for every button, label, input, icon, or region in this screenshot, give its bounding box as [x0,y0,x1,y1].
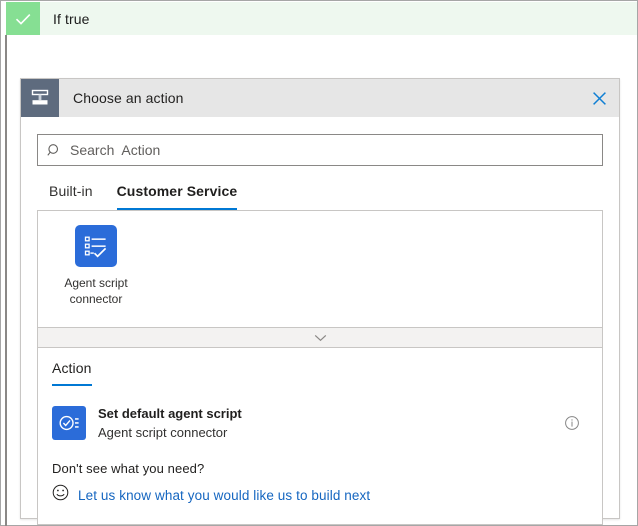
results-panel: Action Set default agent script [37,348,603,525]
connector-gallery: Agent script connector [37,210,603,328]
action-text: Set default agent script Agent script co… [98,405,560,441]
smiley-icon [52,484,69,506]
action-title: Set default agent script [98,405,560,422]
flow-action-icon [21,79,59,117]
chevron-down-icon[interactable] [37,328,603,348]
search-input[interactable] [70,136,602,164]
connector-tile-label: Agent script connector [50,275,142,307]
branch-title: If true [53,11,90,27]
flow-connector-line [5,35,7,526]
dialog-header: Choose an action [21,79,619,117]
connector-tile-agent-script[interactable]: Agent script connector [48,223,144,307]
checkmark-icon [6,2,40,35]
dialog-title: Choose an action [73,90,184,106]
close-icon[interactable] [583,83,615,113]
action-subtitle: Agent script connector [98,424,560,441]
feedback-link-row[interactable]: Let us know what you would like us to bu… [52,484,588,506]
choose-an-action-dialog: Choose an action Built-in [20,78,620,519]
dialog-body: Built-in Customer Service [21,134,619,525]
search-icon [38,143,70,158]
result-section-tabs: Action [52,348,588,386]
connector-tabs: Built-in Customer Service [37,176,603,210]
info-icon[interactable] [560,411,584,435]
tab-action[interactable]: Action [52,360,92,386]
circle-check-list-icon [52,406,86,440]
tab-built-in[interactable]: Built-in [49,183,93,210]
checklist-icon [75,225,117,267]
feedback-link-text[interactable]: Let us know what you would like us to bu… [78,488,370,503]
action-list-item-set-default-agent-script[interactable]: Set default agent script Agent script co… [52,398,588,448]
footer-note: Don't see what you need? [52,461,588,476]
branch-header-if-true: If true [6,2,637,35]
tab-customer-service[interactable]: Customer Service [117,183,238,210]
page-frame: If true Choose an action [0,0,638,526]
search-box[interactable] [37,134,603,166]
